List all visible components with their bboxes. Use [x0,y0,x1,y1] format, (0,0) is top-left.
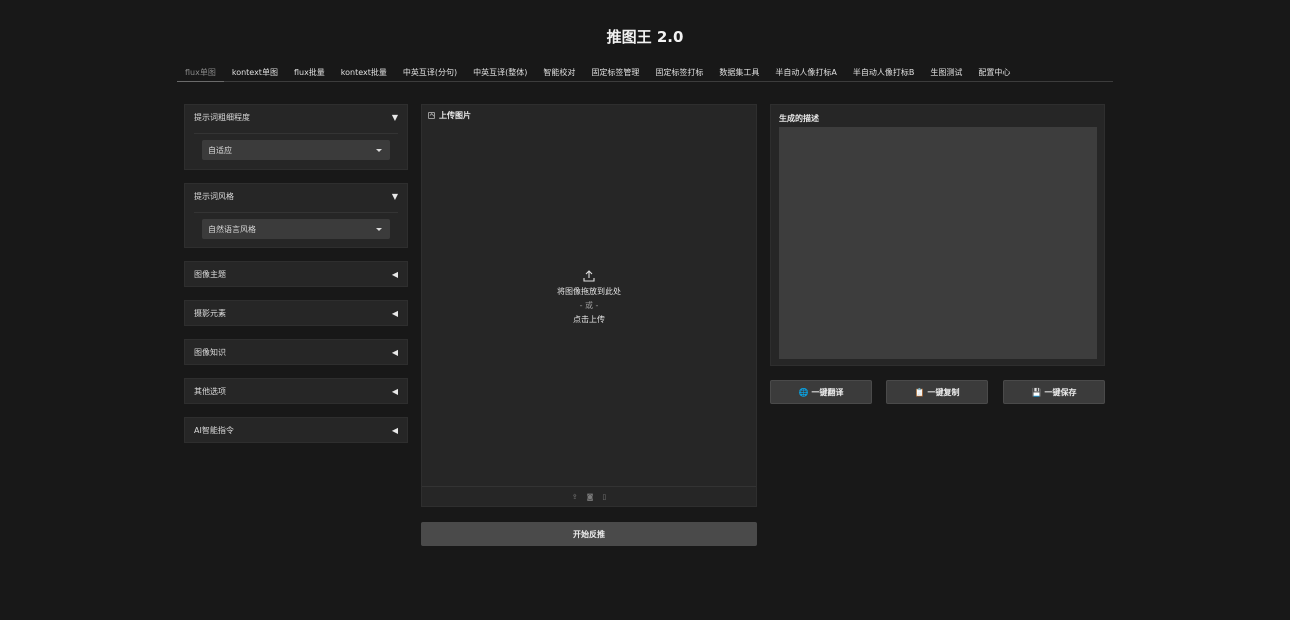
chevron-down-icon [376,227,382,231]
accordion-header-prompt-style[interactable]: 提示词风格 ▼ [185,184,407,208]
upload-panel-label: 上传图片 [428,110,471,121]
clipboard-icon[interactable]: ▯ [602,493,606,501]
click-to-upload-text: 点击上传 [573,315,605,324]
tab-dataset-tools[interactable]: 数据集工具 [719,64,759,81]
collapse-arrow-icon: ◀ [391,308,398,318]
divider [194,133,398,134]
collapse-arrow-icon: ◀ [391,269,398,279]
upload-label-text: 上传图片 [439,111,471,120]
upload-dropzone[interactable]: 将图像拖放到此处 - 或 - 点击上传 [422,270,756,325]
page-title: 推图王 2.0 [606,28,684,46]
description-output-textarea[interactable] [779,127,1097,359]
dropdown-value: 自适应 [208,145,232,155]
accordion-image-subject[interactable]: 图像主题 ◀ [184,261,408,287]
accordion-image-knowledge[interactable]: 图像知识 ◀ [184,339,408,365]
translate-button-label: 一键翻译 [811,387,844,397]
app-root: 推图王 2.0 flux单图 kontext单图 flux批量 kontext批… [0,0,1290,620]
image-icon [428,112,435,119]
upload-icon [583,270,595,282]
upload-icon[interactable]: ⇪ [572,493,578,501]
accordion-label: 提示词粗细程度 [194,112,250,122]
accordion-label: AI智能指令 [194,425,234,435]
accordion-prompt-detail: 提示词粗细程度 ▼ 自适应 [184,104,408,170]
accordion-label: 摄影元素 [194,308,226,318]
accordion-header-ai-instructions[interactable]: AI智能指令 ◀ [185,418,407,442]
globe-icon: 🌐 [798,387,809,397]
accordion-label: 其他选项 [194,386,226,396]
tab-kontext-single[interactable]: kontext单图 [232,64,278,81]
output-label: 生成的描述 [779,114,819,123]
expand-arrow-icon: ▼ [391,191,398,201]
expand-arrow-icon: ▼ [391,112,398,122]
chevron-down-icon [376,148,382,152]
accordion-header-other-options[interactable]: 其他选项 ◀ [185,379,407,403]
accordion-other-options[interactable]: 其他选项 ◀ [184,378,408,404]
tab-config-center[interactable]: 配置中心 [978,64,1010,81]
collapse-arrow-icon: ◀ [391,347,398,357]
accordion-header-image-knowledge[interactable]: 图像知识 ◀ [185,340,407,364]
clipboard-icon: 📋 [914,387,925,397]
tab-translate-whole[interactable]: 中英互译(整体) [473,64,527,81]
accordion-label: 图像知识 [194,347,226,357]
accordion-header-image-subject[interactable]: 图像主题 ◀ [185,262,407,286]
accordion-ai-instructions[interactable]: AI智能指令 ◀ [184,417,408,443]
prompt-detail-dropdown[interactable]: 自适应 [202,140,390,160]
camera-icon[interactable]: ◙ [587,493,594,501]
accordion-label: 图像主题 [194,269,226,279]
translate-button[interactable]: 🌐 一键翻译 [770,380,872,404]
floppy-disk-icon: 💾 [1031,387,1042,397]
collapse-arrow-icon: ◀ [391,425,398,435]
tab-translate-sentence[interactable]: 中英互译(分句) [403,64,457,81]
accordion-header-prompt-detail[interactable]: 提示词粗细程度 ▼ [185,105,407,129]
save-button-label: 一键保存 [1044,387,1077,397]
tab-kontext-batch[interactable]: kontext批量 [341,64,387,81]
prompt-style-dropdown[interactable]: 自然语言风格 [202,219,390,239]
tab-fixed-tag-label[interactable]: 固定标签打标 [655,64,703,81]
copy-button[interactable]: 📋 一键复制 [886,380,988,404]
drop-instruction: 将图像拖放到此处 [557,287,621,296]
tab-portrait-label-a[interactable]: 半自动人像打标A [775,64,836,81]
tab-bar: flux单图 kontext单图 flux批量 kontext批量 中英互译(分… [177,64,1113,82]
image-upload-panel: 上传图片 将图像拖放到此处 - 或 - 点击上传 ⇪ ◙ ▯ [421,104,757,507]
output-panel: 生成的描述 [770,104,1105,366]
save-button[interactable]: 💾 一键保存 [1003,380,1105,404]
collapse-arrow-icon: ◀ [391,386,398,396]
tab-gen-test[interactable]: 生图测试 [930,64,962,81]
dropdown-value: 自然语言风格 [208,224,256,234]
divider [194,212,398,213]
accordion-label: 提示词风格 [194,191,234,201]
upload-toolbar: ⇪ ◙ ▯ [422,486,756,506]
start-reverse-button[interactable]: 开始反推 [421,522,757,546]
tab-portrait-label-b[interactable]: 半自动人像打标B [853,64,915,81]
tab-smart-proofread[interactable]: 智能校对 [543,64,575,81]
copy-button-label: 一键复制 [927,387,960,397]
accordion-photo-elements[interactable]: 摄影元素 ◀ [184,300,408,326]
accordion-prompt-style: 提示词风格 ▼ 自然语言风格 [184,183,408,248]
or-separator: - 或 - [579,301,599,310]
tab-fixed-tag-manage[interactable]: 固定标签管理 [591,64,639,81]
accordion-header-photo-elements[interactable]: 摄影元素 ◀ [185,301,407,325]
tab-flux-batch[interactable]: flux批量 [294,64,325,81]
tab-flux-single[interactable]: flux单图 [177,64,224,82]
